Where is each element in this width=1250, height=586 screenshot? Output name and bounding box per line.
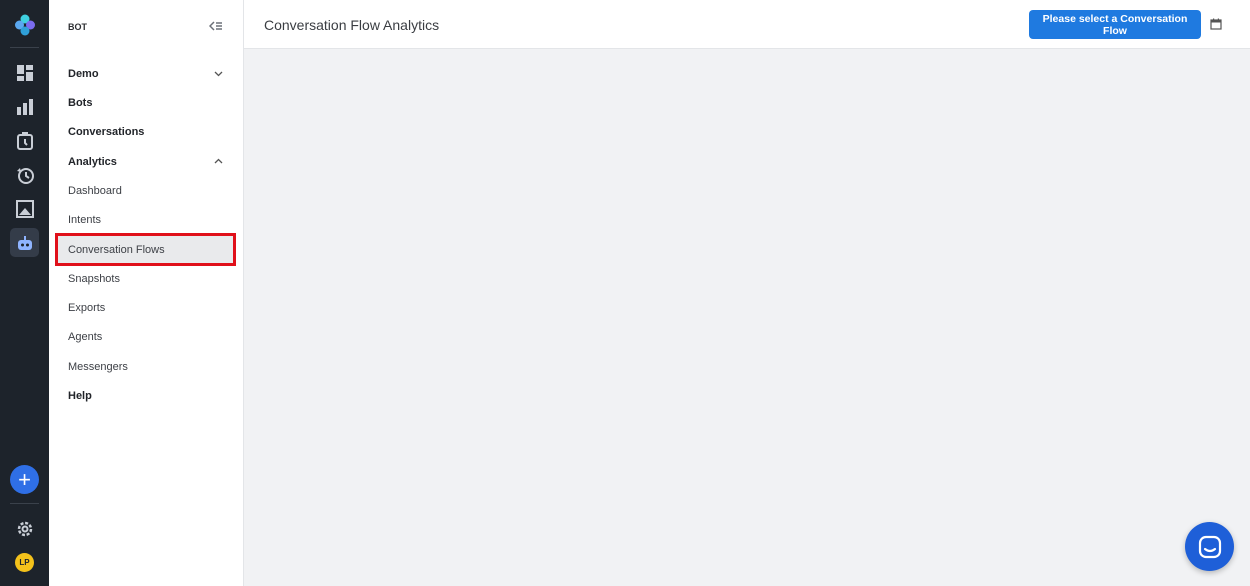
rail-history[interactable] <box>10 160 39 189</box>
sidebar-item-label: Snapshots <box>68 272 120 285</box>
calendar-icon[interactable] <box>1210 18 1222 30</box>
bot-icon <box>17 235 32 250</box>
select-conversation-flow-button[interactable]: Please select a Conversation Flow <box>1029 10 1201 39</box>
dashboard-icon <box>16 64 33 81</box>
sidebar: BOT Demo Bots Conversations Analytics Da… <box>49 0 244 586</box>
timer-icon <box>16 131 33 150</box>
sidebar-item-label: Analytics <box>68 155 117 168</box>
collapse-sidebar-icon[interactable] <box>209 19 223 33</box>
rail-settings[interactable] <box>10 514 39 543</box>
sidebar-item-label: Exports <box>68 301 106 314</box>
rail-bot[interactable] <box>10 228 39 257</box>
sidebar-item-conversation-flows[interactable]: Conversation Flows <box>55 233 236 266</box>
sidebar-item-label: Demo <box>68 67 99 80</box>
sidebar-item-label: Help <box>68 389 92 402</box>
main-content <box>244 49 1250 586</box>
sidebar-item-demo[interactable]: Demo <box>58 60 233 87</box>
sidebar-item-label: Conversation Flows <box>68 243 165 256</box>
sidebar-item-conversations[interactable]: Conversations <box>58 118 233 145</box>
sidebar-item-label: Conversations <box>68 125 145 138</box>
sidebar-item-label: Agents <box>68 330 103 343</box>
chat-launcher[interactable] <box>1185 522 1234 571</box>
sidebar-item-label: Messengers <box>68 360 128 373</box>
page-title: Conversation Flow Analytics <box>264 17 440 33</box>
bar-chart-icon <box>16 98 33 115</box>
rail-dashboard[interactable] <box>10 58 39 87</box>
sidebar-item-agents[interactable]: Agents <box>58 323 233 350</box>
sidebar-item-label: Dashboard <box>68 184 122 197</box>
rail-divider <box>10 503 39 504</box>
sidebar-item-snapshots[interactable]: Snapshots <box>58 265 233 292</box>
gear-icon <box>17 521 32 536</box>
rail-divider <box>10 47 39 48</box>
history-icon <box>16 167 34 184</box>
sidebar-item-bots[interactable]: Bots <box>58 89 233 116</box>
sidebar-item-exports[interactable]: Exports <box>58 294 233 321</box>
chevron-down-icon <box>214 71 223 77</box>
sidebar-item-help[interactable]: Help <box>58 382 233 409</box>
sidebar-item-label: Bots <box>68 96 93 109</box>
app-rail: + LP <box>0 0 49 586</box>
chat-icon <box>1198 535 1221 558</box>
rail-analytics[interactable] <box>10 92 39 121</box>
app-logo-icon[interactable] <box>13 13 37 37</box>
image-icon <box>15 199 34 218</box>
user-avatar[interactable]: LP <box>15 553 34 572</box>
page-header: Conversation Flow Analytics Please selec… <box>244 0 1250 49</box>
sidebar-item-label: Intents <box>68 213 102 226</box>
sidebar-section-title: BOT <box>68 22 87 32</box>
rail-media[interactable] <box>10 194 39 223</box>
chevron-up-icon <box>214 158 223 164</box>
rail-timer[interactable] <box>10 126 39 155</box>
add-button[interactable]: + <box>10 465 39 494</box>
sidebar-item-analytics[interactable]: Analytics <box>58 148 233 175</box>
sidebar-item-messengers[interactable]: Messengers <box>58 353 233 380</box>
sidebar-item-intents[interactable]: Intents <box>58 206 233 233</box>
sidebar-item-dashboard[interactable]: Dashboard <box>58 177 233 204</box>
